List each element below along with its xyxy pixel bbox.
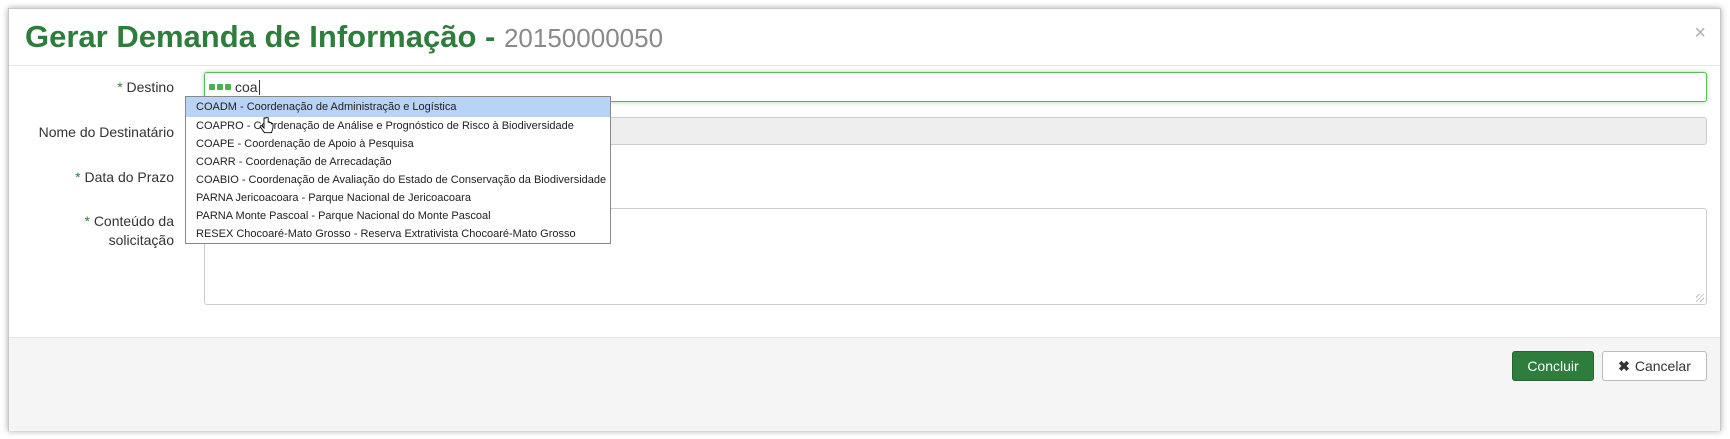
title-separator: - [485,19,496,54]
loading-indicator-icon [209,84,231,90]
modal-dialog: Gerar Demanda de Informação - 2015000005… [8,8,1721,431]
required-marker: * [117,79,123,95]
text-caret [258,79,260,95]
cancelar-label: Cancelar [1634,358,1691,374]
autocomplete-option[interactable]: COAPE - Coordenação de Apoio à Pesquisa [186,135,610,153]
nome-destinatario-label-text: Nome do Destinatário [38,124,174,140]
autocomplete-option[interactable]: RESEX Chocoaré-Mato Grosso - Reserva Ext… [186,225,610,243]
modal-footer: Concluir ✖ Cancelar [9,337,1720,431]
nome-destinatario-label: Nome do Destinatário [4,122,174,142]
destino-value: coa [235,79,258,95]
required-marker: * [75,169,81,185]
data-prazo-label: * Data do Prazo [4,167,174,187]
destino-label: * Destino [4,77,174,97]
required-marker: * [84,213,90,229]
destino-label-text: Destino [126,79,174,95]
close-icon[interactable]: × [1694,23,1706,43]
autocomplete-option[interactable]: COAPRO - Coordenação de Análise e Prognó… [186,117,610,135]
autocomplete-option[interactable]: COADM - Coordenação de Administração e L… [186,97,610,117]
autocomplete-option[interactable]: COARR - Coordenação de Arrecadação [186,153,610,171]
page-title: Gerar Demanda de Informação - 2015000005… [25,19,663,55]
autocomplete-dropdown: COADM - Coordenação de Administração e L… [185,96,611,244]
autocomplete-option[interactable]: COABIO - Coordenação de Avaliação do Est… [186,171,610,189]
conteudo-label-line2: solicitação [108,232,174,248]
modal-header: Gerar Demanda de Informação - 2015000005… [9,9,1720,66]
data-prazo-label-text: Data do Prazo [84,169,175,185]
cancelar-button[interactable]: ✖ Cancelar [1602,351,1707,381]
conteudo-label: * Conteúdo da solicitação [4,212,174,250]
conteudo-label-line1: Conteúdo da [93,213,174,229]
times-icon: ✖ [1618,357,1630,374]
demand-number: 20150000050 [503,23,664,53]
autocomplete-option[interactable]: PARNA Jericoacoara - Parque Nacional de … [186,189,610,207]
autocomplete-option[interactable]: PARNA Monte Pascoal - Parque Nacional do… [186,207,610,225]
resize-grip-icon[interactable] [1696,294,1704,302]
concluir-button[interactable]: Concluir [1512,351,1594,381]
title-text: Gerar Demanda de Informação [25,19,477,54]
hand-pointer-icon [259,117,274,134]
